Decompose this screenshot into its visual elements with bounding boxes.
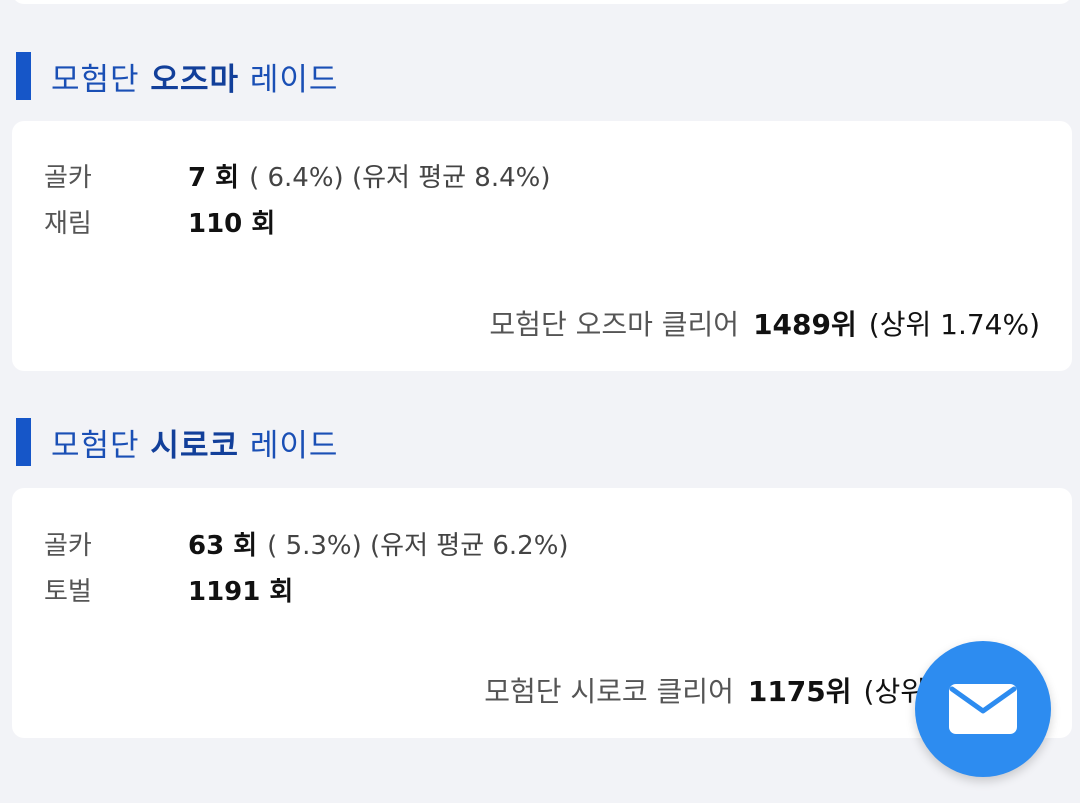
- stat-row-golden-card: 골카 63 회 ( 5.3%) (유저 평균 6.2%): [44, 525, 569, 562]
- siroco-raid-card: 골카 63 회 ( 5.3%) (유저 평균 6.2%) 토벌 1191 회 모…: [12, 488, 1072, 738]
- stat-value: 7 회: [188, 163, 240, 193]
- title-suffix: 레이드: [238, 427, 339, 464]
- clear-rank-label: 모험단 시로코 클리어: [484, 675, 734, 708]
- section-accent-bar: [16, 52, 31, 100]
- title-suffix: 레이드: [238, 61, 339, 98]
- stat-extra: ( 6.4%) (유저 평균 8.4%): [249, 163, 551, 193]
- clear-rank-line: 모험단 시로코 클리어 1175위 (상위: [484, 670, 926, 710]
- stat-label: 재림: [44, 209, 92, 239]
- clear-rank-value: 1175위: [747, 675, 852, 708]
- section-heading: 모험단 오즈마 레이드: [51, 54, 338, 99]
- previous-card: [12, 0, 1072, 4]
- clear-rank-line: 모험단 오즈마 클리어 1489위 (상위 1.74%): [489, 303, 1040, 343]
- clear-rank-value: 1489위: [753, 308, 857, 341]
- stat-row-advent: 재림 110 회: [44, 203, 275, 240]
- stat-label: 토벌: [44, 577, 92, 607]
- title-prefix: 모험단: [51, 61, 151, 98]
- mail-icon: [948, 683, 1018, 735]
- title-raid-name: 오즈마: [150, 61, 239, 98]
- title-prefix: 모험단: [51, 427, 151, 464]
- section-title-ozma: 모험단 오즈마 레이드: [16, 52, 338, 100]
- stat-value: 110 회: [188, 209, 276, 239]
- stat-extra: ( 5.3%) (유저 평균 6.2%): [267, 531, 569, 561]
- clear-rank-label: 모험단 오즈마 클리어: [489, 308, 740, 341]
- stat-value: 63 회: [188, 531, 258, 561]
- stat-row-subjugation: 토벌 1191 회: [44, 571, 293, 608]
- section-heading: 모험단 시로코 레이드: [51, 420, 338, 465]
- clear-rank-percentile: (상위 1.74%): [868, 308, 1040, 341]
- section-title-siroco: 모험단 시로코 레이드: [16, 418, 338, 466]
- stat-label: 골카: [44, 163, 92, 193]
- section-accent-bar: [16, 418, 31, 466]
- stat-value: 1191 회: [188, 577, 294, 607]
- ozma-raid-card: 골카 7 회 ( 6.4%) (유저 평균 8.4%) 재림 110 회 모험단…: [12, 121, 1072, 371]
- mail-button[interactable]: [915, 641, 1051, 777]
- title-raid-name: 시로코: [150, 427, 239, 464]
- stat-row-golden-card: 골카 7 회 ( 6.4%) (유저 평균 8.4%): [44, 157, 551, 194]
- stat-label: 골카: [44, 531, 92, 561]
